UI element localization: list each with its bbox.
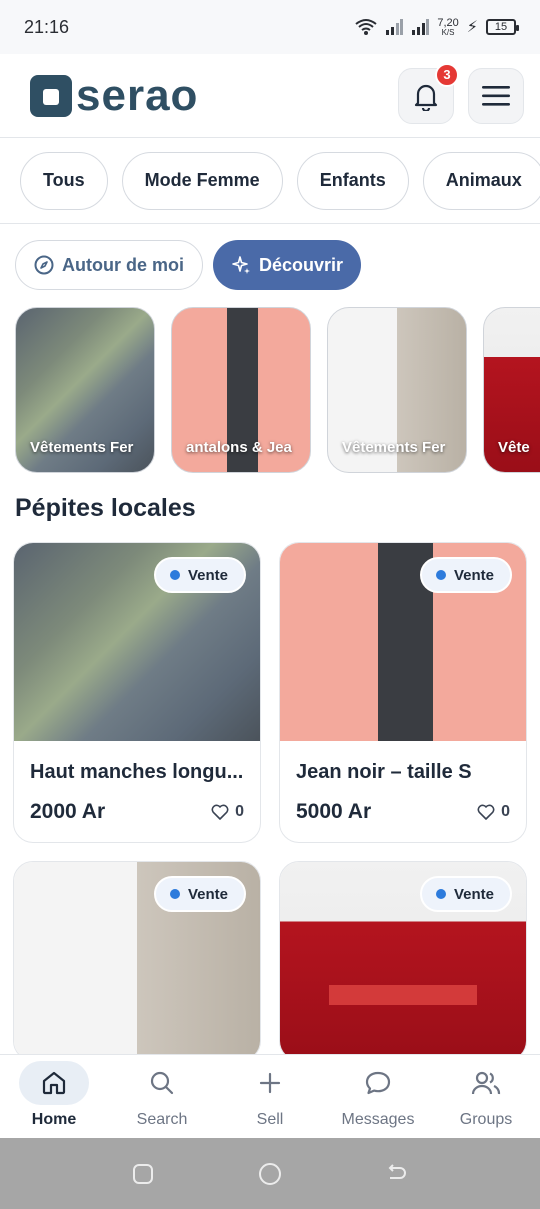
listing-title: Jean noir – taille S <box>296 761 472 783</box>
badge-label: Vente <box>453 566 494 584</box>
nav-label: Search <box>136 1111 188 1128</box>
logo[interactable]: serao <box>30 70 199 120</box>
category-chip-animaux[interactable]: Animaux <box>422 151 540 210</box>
nav-label: Messages <box>341 1111 415 1128</box>
mode-switch: Autour de moi Découvrir <box>15 240 362 290</box>
nav-home[interactable]: Home <box>4 1061 104 1129</box>
listing-title: Haut manches longu... <box>30 761 244 783</box>
sparkle-icon <box>232 256 250 274</box>
listing-image-shape <box>329 984 477 1005</box>
category-chip-enfants[interactable]: Enfants <box>296 151 409 210</box>
header-actions: 3 <box>398 62 524 124</box>
listing-card[interactable]: Vente <box>279 861 527 1061</box>
search-icon <box>127 1061 197 1105</box>
listing-grid: Vente Haut manches longu... 2000 Ar 0 Ve… <box>13 542 527 1061</box>
nearby-label: Autour de moi <box>62 254 184 275</box>
badge-dot-icon <box>435 889 446 899</box>
heart-icon <box>211 804 229 820</box>
plus-icon <box>235 1061 305 1105</box>
network-speed: 7,20 K/S <box>437 16 459 37</box>
badge-dot-icon <box>435 570 446 580</box>
sale-badge: Vente <box>419 557 512 593</box>
notification-count-badge: 3 <box>435 62 459 87</box>
nearby-button[interactable]: Autour de moi <box>15 240 203 290</box>
category-filter-row: Tous Mode Femme Enfants Animaux <box>0 138 540 224</box>
app-header: serao 3 <box>0 54 540 138</box>
bell-icon <box>414 84 438 111</box>
like-button[interactable]: 0 <box>211 803 244 821</box>
badge-label: Vente <box>453 885 494 903</box>
like-count: 0 <box>501 803 510 820</box>
nav-groups[interactable]: Groups <box>436 1061 536 1129</box>
section-title: Pépites locales <box>15 494 196 522</box>
signal-icon <box>386 19 404 35</box>
story-card[interactable]: antalons & Jea <box>171 307 311 473</box>
badge-label: Vente <box>187 885 228 903</box>
story-label: Vêtements Fer <box>342 439 446 456</box>
listing-image: Vente <box>280 543 526 741</box>
sale-badge: Vente <box>153 557 246 593</box>
system-nav-bar <box>0 1138 540 1209</box>
speed-value: 7,20 <box>437 16 459 29</box>
notifications-button[interactable]: 3 <box>398 62 459 124</box>
like-count: 0 <box>235 803 244 820</box>
category-chip-tous[interactable]: Tous <box>20 151 108 210</box>
badge-label: Vente <box>187 566 228 584</box>
status-icons: 7,20 K/S ⚡ 15 <box>355 16 519 37</box>
story-label: Vêtements Fer <box>30 439 134 456</box>
story-card[interactable]: Vête <box>483 307 540 473</box>
nav-label: Groups <box>459 1111 513 1128</box>
wifi-icon <box>355 19 377 35</box>
hamburger-icon <box>482 85 510 106</box>
nav-sell[interactable]: Sell <box>220 1061 320 1129</box>
listing-card[interactable]: Vente <box>13 861 261 1061</box>
back-icon[interactable] <box>385 1162 409 1186</box>
menu-button[interactable] <box>468 67 524 124</box>
listing-price: 5000 Ar <box>296 800 372 823</box>
story-card[interactable]: Vêtements Fer <box>15 307 155 473</box>
status-time: 21:16 <box>24 16 70 37</box>
listing-card[interactable]: Vente Jean noir – taille S 5000 Ar 0 <box>279 542 527 843</box>
category-chip-mode-femme[interactable]: Mode Femme <box>121 151 283 210</box>
story-row: Vêtements Fer antalons & Jea Vêtements F… <box>15 307 540 473</box>
charging-icon: ⚡ <box>466 19 478 36</box>
listing-image: Vente <box>280 862 526 1060</box>
listing-footer: 5000 Ar 0 <box>280 784 526 842</box>
nav-search[interactable]: Search <box>112 1061 212 1129</box>
nav-label: Sell <box>256 1111 284 1128</box>
heart-icon <box>477 804 495 820</box>
speed-unit: K/S <box>441 27 455 37</box>
status-bar: 21:16 7,20 K/S ⚡ 15 <box>0 0 540 54</box>
discover-button[interactable]: Découvrir <box>213 240 362 290</box>
logo-text: serao <box>76 70 199 120</box>
sale-badge: Vente <box>419 876 512 912</box>
story-label: antalons & Jea <box>186 439 292 456</box>
like-button[interactable]: 0 <box>477 803 510 821</box>
chat-icon <box>343 1061 413 1105</box>
story-label: Vête <box>498 439 530 456</box>
recent-apps-icon[interactable] <box>131 1162 155 1186</box>
listing-image: Vente <box>14 862 260 1060</box>
listing-footer: 2000 Ar 0 <box>14 784 260 842</box>
badge-dot-icon <box>169 570 180 580</box>
listing-image: Vente <box>14 543 260 741</box>
nav-messages[interactable]: Messages <box>328 1061 428 1129</box>
home-icon <box>19 1061 89 1105</box>
nav-label: Home <box>31 1111 77 1128</box>
logo-mark-icon <box>30 74 72 117</box>
battery-icon: 15 <box>486 19 519 35</box>
listing-card[interactable]: Vente Haut manches longu... 2000 Ar 0 <box>13 542 261 843</box>
listing-price: 2000 Ar <box>30 800 106 823</box>
home-button-icon[interactable] <box>257 1161 283 1187</box>
users-icon <box>451 1061 521 1105</box>
story-card[interactable]: Vêtements Fer <box>327 307 467 473</box>
discover-label: Découvrir <box>259 254 344 275</box>
compass-icon <box>34 255 54 275</box>
bottom-nav: Home Search Sell Messages Groups <box>0 1054 540 1138</box>
badge-dot-icon <box>169 889 180 899</box>
signal-icon-2 <box>412 19 430 35</box>
sale-badge: Vente <box>153 876 246 912</box>
